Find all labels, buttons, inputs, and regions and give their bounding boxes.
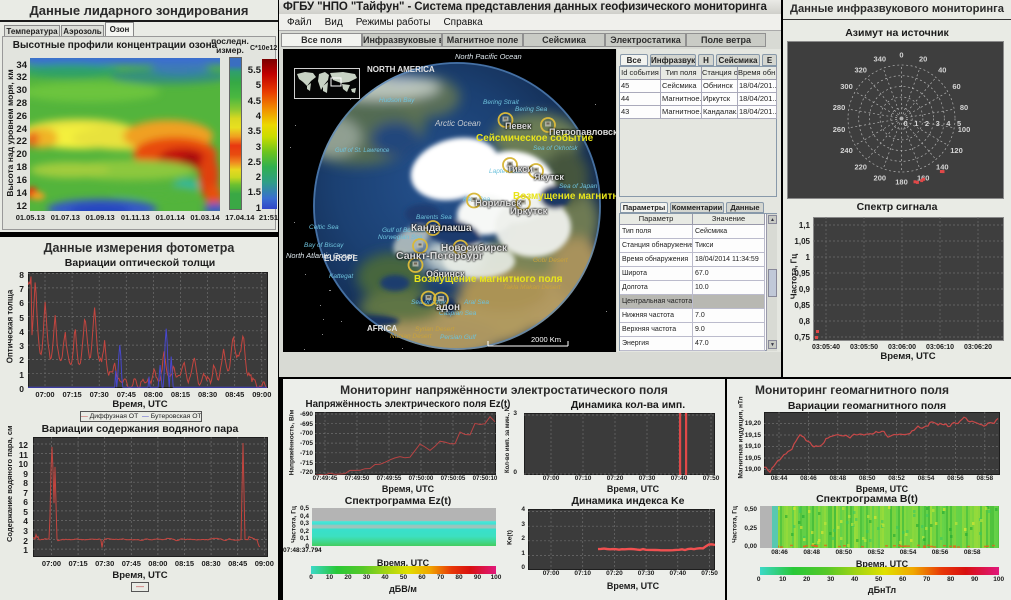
svg-text:40: 40 [938, 65, 946, 74]
svg-text:2: 2 [925, 119, 929, 128]
svg-text:200: 200 [874, 174, 887, 183]
svg-text:80: 80 [960, 103, 968, 112]
svg-text:120: 120 [950, 146, 963, 155]
svg-text:20: 20 [919, 54, 927, 63]
svg-text:60: 60 [952, 82, 960, 91]
svg-text:1: 1 [914, 119, 918, 128]
svg-text:240: 240 [840, 146, 853, 155]
svg-text:260: 260 [833, 125, 846, 134]
svg-text:300: 300 [840, 82, 853, 91]
svg-text:320: 320 [854, 65, 867, 74]
svg-text:0: 0 [899, 51, 903, 60]
svg-text:280: 280 [833, 103, 846, 112]
svg-text:5: 5 [957, 119, 961, 128]
svg-text:0: 0 [904, 119, 908, 128]
svg-text:3: 3 [936, 119, 940, 128]
svg-text:180: 180 [895, 178, 908, 187]
svg-text:340: 340 [874, 54, 887, 63]
svg-text:4: 4 [946, 119, 951, 128]
svg-text:220: 220 [854, 163, 867, 172]
